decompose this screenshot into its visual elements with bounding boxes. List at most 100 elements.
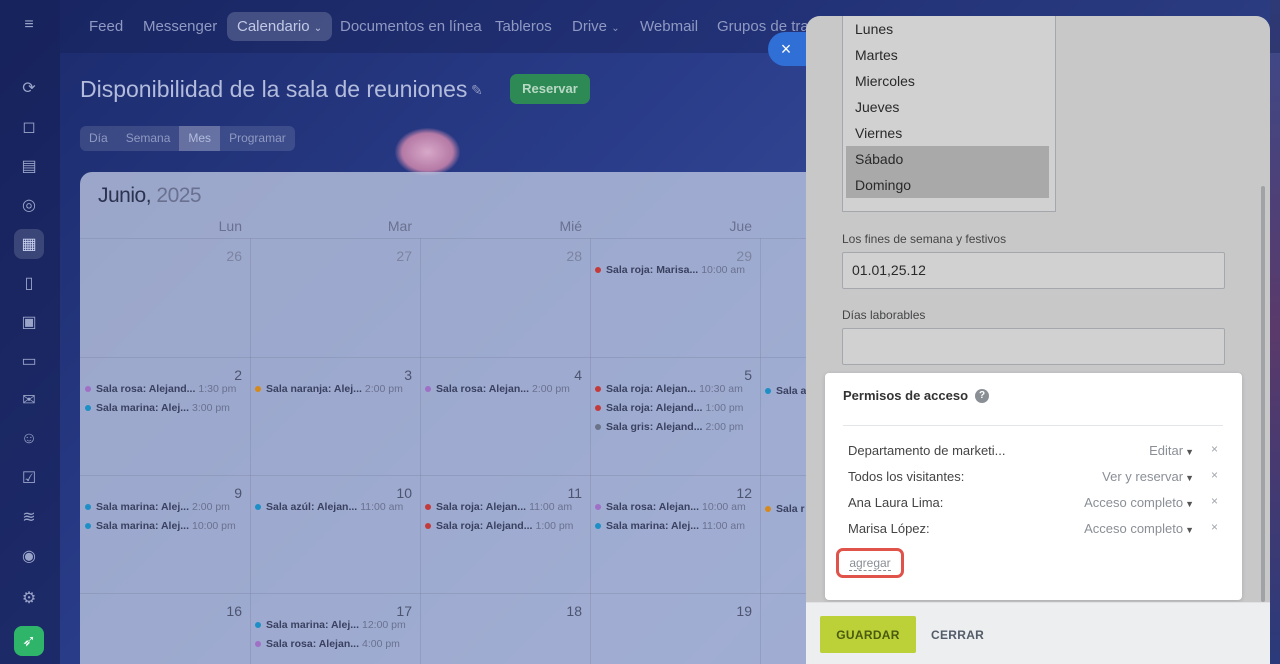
contacts-icon[interactable]: ☺: [14, 424, 44, 454]
tab-semana[interactable]: Semana: [117, 126, 180, 151]
day-number[interactable]: 3: [372, 367, 412, 383]
day-number[interactable]: 5: [712, 367, 752, 383]
calendar-event[interactable]: Sala roja: Alejan... 10:30 am: [595, 382, 743, 396]
remove-icon[interactable]: ×: [1211, 442, 1218, 456]
day-number[interactable]: 2: [202, 367, 242, 383]
event-time: 4:00 pm: [361, 638, 400, 650]
list-option-selected[interactable]: Domingo: [846, 172, 1049, 198]
chevron-down-icon: ⌄: [611, 23, 620, 34]
event-time: 2:00 pm: [191, 501, 230, 513]
calendar-event[interactable]: Sala roja: Alejand... 1:00 pm: [595, 401, 743, 415]
close-slider-button[interactable]: ×: [768, 32, 808, 66]
day-number[interactable]: 28: [542, 248, 582, 264]
day-number[interactable]: 19: [712, 603, 752, 619]
calendar-event[interactable]: Sala marina: Alej... 11:00 am: [595, 519, 745, 533]
scrollbar[interactable]: [1261, 186, 1265, 602]
calendar-event-partial[interactable]: Sala r: [765, 502, 805, 516]
calendar-event[interactable]: Sala rosa: Alejan... 2:00 pm: [425, 382, 570, 396]
help-icon[interactable]: ?: [975, 389, 989, 403]
close-button[interactable]: CERRAR: [931, 628, 984, 642]
filter-icon[interactable]: ≋: [14, 502, 44, 532]
remove-icon[interactable]: ×: [1211, 468, 1218, 482]
list-option[interactable]: Lunes: [846, 16, 1049, 42]
caret-down-icon: ▼: [1185, 447, 1194, 457]
event-dot: [765, 506, 771, 512]
calendar-event[interactable]: Sala marina: Alej... 2:00 pm: [85, 500, 230, 514]
nav-item-messenger[interactable]: Messenger: [133, 12, 227, 41]
nav-item-tableros[interactable]: Tableros: [485, 12, 562, 41]
calendar-event[interactable]: Sala rosa: Alejan... 4:00 pm: [255, 637, 400, 651]
reserve-button[interactable]: Reservar: [510, 74, 590, 104]
list-option[interactable]: Viernes: [846, 120, 1049, 146]
workdays-input[interactable]: [842, 328, 1225, 365]
calendar-event[interactable]: Sala rosa: Alejan... 10:00 am: [595, 500, 746, 514]
groups-icon[interactable]: ◎: [14, 190, 44, 220]
remove-icon[interactable]: ×: [1211, 494, 1218, 508]
calendar-event[interactable]: Sala rosa: Alejand... 1:30 pm: [85, 382, 236, 396]
add-permission-button[interactable]: agregar: [836, 548, 904, 578]
calendar-event[interactable]: Sala marina: Alej... 12:00 pm: [255, 618, 406, 632]
day-number[interactable]: 17: [372, 603, 412, 619]
calendar-event[interactable]: Sala roja: Marisa... 10:00 am: [595, 263, 745, 277]
day-number[interactable]: 4: [542, 367, 582, 383]
list-option[interactable]: Jueves: [846, 94, 1049, 120]
weekend-days-listbox[interactable]: Lunes Martes Miercoles Jueves Viernes Sá…: [842, 16, 1056, 212]
calendar-event[interactable]: Sala roja: Alejand... 1:00 pm: [425, 519, 573, 533]
permission-subject: Ana Laura Lima:: [848, 495, 944, 510]
save-button[interactable]: GUARDAR: [820, 616, 916, 653]
settings-icon[interactable]: ⚙: [14, 583, 44, 613]
boards-icon[interactable]: ▣: [14, 307, 44, 337]
tasks-icon[interactable]: ☑: [14, 463, 44, 493]
permission-level-select[interactable]: Editar ▼: [1149, 443, 1194, 458]
event-time: 10:00 pm: [191, 520, 236, 532]
permission-level-select[interactable]: Ver y reservar ▼: [1102, 469, 1194, 484]
tab-mes[interactable]: Mes: [179, 126, 221, 151]
day-number[interactable]: 11: [542, 485, 582, 501]
day-number[interactable]: 29: [712, 248, 752, 264]
nav-item-documentos[interactable]: Documentos en línea: [330, 12, 492, 41]
activity-icon[interactable]: ⟳: [14, 73, 44, 103]
calendar-icon[interactable]: ▦: [14, 229, 44, 259]
nav-item-feed[interactable]: Feed: [79, 12, 133, 41]
pin-icon[interactable]: ✎: [471, 82, 483, 99]
calendar-event[interactable]: Sala marina: Alej... 3:00 pm: [85, 401, 230, 415]
nav-item-drive[interactable]: Drive ⌄: [562, 12, 630, 41]
event-dot: [255, 622, 261, 628]
list-option-selected[interactable]: Sábado: [846, 146, 1049, 172]
tab-dia[interactable]: Día: [80, 126, 117, 151]
day-number[interactable]: 26: [202, 248, 242, 264]
calendar-event[interactable]: Sala roja: Alejan... 11:00 am: [425, 500, 572, 514]
calendar-event[interactable]: Sala azúl: Alejan... 11:00 am: [255, 500, 403, 514]
permission-level-select[interactable]: Acceso completo ▼: [1084, 521, 1194, 536]
mail-icon[interactable]: ✉: [14, 385, 44, 415]
rocket-icon[interactable]: ➶: [14, 626, 44, 656]
drive-icon[interactable]: ▭: [14, 346, 44, 376]
day-number[interactable]: 9: [202, 485, 242, 501]
event-dot: [255, 386, 261, 392]
calendar-event[interactable]: Sala naranja: Alej... 2:00 pm: [255, 382, 403, 396]
list-option[interactable]: Martes: [846, 42, 1049, 68]
menu-icon[interactable]: ≡: [14, 10, 44, 40]
news-icon[interactable]: ▤: [14, 151, 44, 181]
permissions-title: Permisos de acceso: [843, 388, 969, 403]
nav-item-webmail[interactable]: Webmail: [630, 12, 708, 41]
permission-level-select[interactable]: Acceso completo ▼: [1084, 495, 1194, 510]
day-number[interactable]: 12: [712, 485, 752, 501]
day-number[interactable]: 16: [202, 603, 242, 619]
event-title: Sala roja: Alejan...: [436, 501, 527, 513]
bot-icon[interactable]: ◉: [14, 541, 44, 571]
list-option[interactable]: Miercoles: [846, 68, 1049, 94]
documents-icon[interactable]: ▯: [14, 268, 44, 298]
calendar-event-partial[interactable]: Sala a: [765, 384, 806, 398]
day-number[interactable]: 27: [372, 248, 412, 264]
tab-programar[interactable]: Programar: [220, 126, 295, 151]
calendar-event[interactable]: Sala marina: Alej... 10:00 pm: [85, 519, 236, 533]
calendar-event[interactable]: Sala gris: Alejand... 2:00 pm: [595, 420, 743, 434]
remove-icon[interactable]: ×: [1211, 520, 1218, 534]
chat-icon[interactable]: ◻: [14, 112, 44, 142]
day-number[interactable]: 10: [372, 485, 412, 501]
event-title: Sala marina: Alej...: [266, 619, 359, 631]
holidays-input[interactable]: 01.01,25.12: [842, 252, 1225, 289]
nav-item-calendario[interactable]: Calendario ⌄: [227, 12, 333, 41]
day-number[interactable]: 18: [542, 603, 582, 619]
